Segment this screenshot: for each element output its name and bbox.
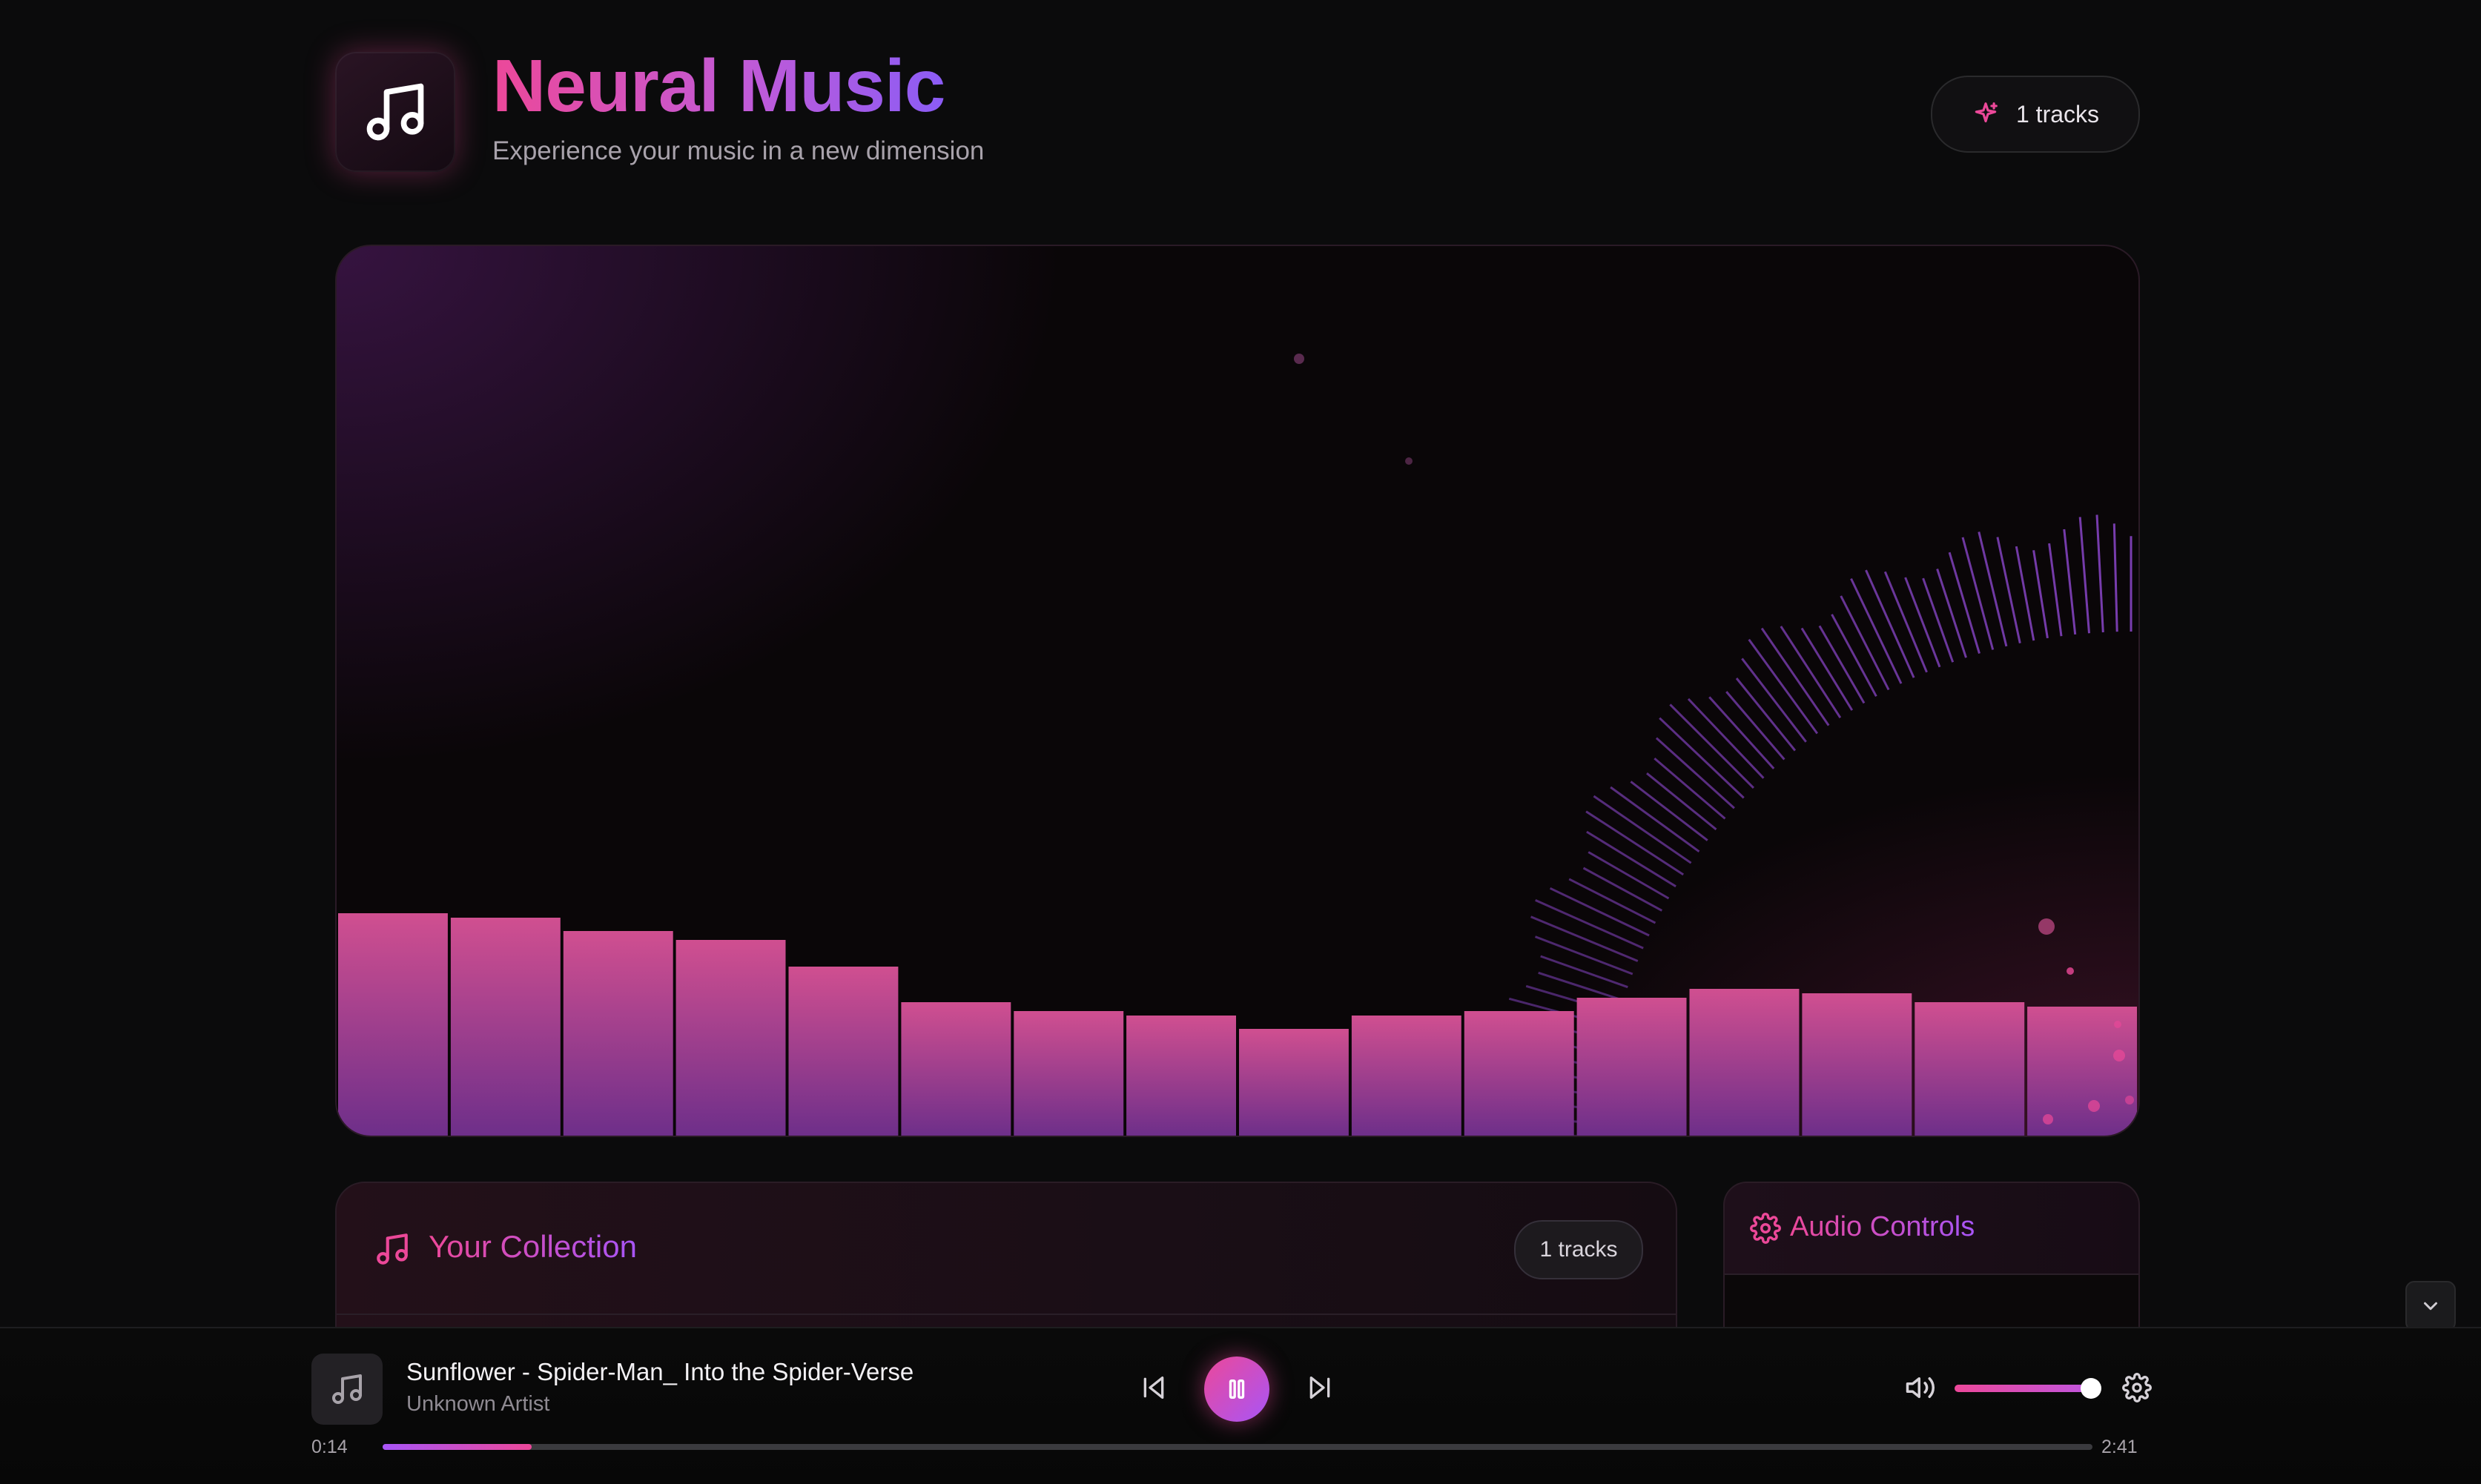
total-time: 2:41 <box>2101 1437 2138 1457</box>
ring-line <box>1538 971 1624 1001</box>
chevron-down-icon <box>2424 1302 2437 1311</box>
frequency-bars <box>338 913 2137 1136</box>
ring-line <box>1669 703 1754 789</box>
app-subtitle: Experience your music in a new dimension <box>492 136 985 165</box>
ring-line <box>1687 698 1765 779</box>
ring-line <box>2015 546 2035 641</box>
gear-icon <box>1750 1213 1781 1244</box>
skip-forward-icon <box>1309 1377 1330 1399</box>
frequency-bar <box>338 913 448 1136</box>
ring-line <box>1922 577 1955 663</box>
audio-controls-title: Audio Controls <box>1790 1211 1975 1242</box>
particle <box>2067 967 2074 975</box>
ring-line <box>1741 657 1807 743</box>
particle <box>2088 1100 2100 1112</box>
frequency-bar <box>1915 1002 2025 1136</box>
progress-bar[interactable] <box>383 1444 2092 1450</box>
frequency-bar <box>901 1002 1011 1136</box>
particle <box>2125 1096 2134 1104</box>
ring-line <box>1748 638 1819 735</box>
ring-line <box>2112 523 2118 632</box>
collection-header: Your Collection 1 tracks <box>337 1183 1676 1315</box>
ring-line <box>1540 955 1628 989</box>
volume-button[interactable] <box>1898 1365 1943 1410</box>
now-playing-artist: Unknown Artist <box>406 1392 550 1416</box>
ring-line <box>1534 935 1633 975</box>
frequency-bar <box>1239 1029 1349 1136</box>
next-track-button[interactable] <box>1299 1367 1341 1408</box>
particle <box>2113 1050 2125 1061</box>
track-thumbnail <box>311 1354 383 1425</box>
ring-line <box>1655 737 1735 809</box>
frequency-bar <box>1351 1016 1461 1136</box>
frequency-bar <box>675 940 786 1136</box>
frequency-bar <box>1576 998 1687 1136</box>
ring-line <box>1978 531 2008 647</box>
ring-line <box>2078 517 2090 634</box>
music-note-icon <box>332 1374 362 1404</box>
frequency-bar <box>450 918 561 1136</box>
current-time: 0:14 <box>311 1437 348 1457</box>
ring-line <box>1593 795 1692 864</box>
frequency-bar <box>788 967 899 1136</box>
ring-line <box>1582 867 1663 912</box>
particle <box>2114 1021 2121 1028</box>
app-title: Neural Music <box>492 42 945 130</box>
ring-line <box>1904 577 1941 668</box>
ring-line <box>2095 514 2104 633</box>
frequency-bar <box>563 931 673 1136</box>
play-pause-button[interactable] <box>1204 1357 1269 1422</box>
frequency-bar <box>1014 1011 1124 1136</box>
visualizer-canvas <box>338 354 2137 1136</box>
audio-controls-header: Audio Controls <box>1725 1183 2138 1275</box>
frequency-bar <box>1802 993 1912 1136</box>
sparkles-icon <box>1975 102 1998 123</box>
ring-line <box>1780 626 1842 719</box>
ring-line <box>2048 543 2063 637</box>
ring-line <box>2032 550 2049 639</box>
ring-line <box>2063 529 2077 635</box>
ring-line <box>1760 627 1830 726</box>
frequency-bar <box>1464 1011 1574 1136</box>
particle <box>2043 1114 2053 1124</box>
ring-line <box>1610 786 1700 853</box>
player-settings-button[interactable] <box>2113 1364 2161 1411</box>
particle <box>1405 457 1413 465</box>
tracks-count-label: 1 tracks <box>2015 100 2100 127</box>
progress-fill <box>383 1444 532 1450</box>
ring-line <box>1936 569 1967 658</box>
music-note-icon <box>366 83 424 141</box>
music-note-icon <box>377 1233 408 1265</box>
volume-slider[interactable] <box>1955 1385 2092 1392</box>
collection-count-badge: 1 tracks <box>1514 1220 1643 1279</box>
skip-back-icon <box>1143 1377 1164 1399</box>
collection-title: Your Collection <box>429 1229 637 1264</box>
scroll-down-button[interactable] <box>2405 1281 2456 1331</box>
ring-line <box>1961 537 1995 650</box>
audio-visualizer[interactable] <box>335 245 2140 1137</box>
ring-line <box>1883 571 1928 673</box>
ring-line <box>1585 810 1685 876</box>
frequency-bar <box>1126 1016 1236 1136</box>
now-playing-title: Sunflower - Spider-Man_ Into the Spider-… <box>406 1358 914 1385</box>
ring-line <box>1948 551 1980 655</box>
gear-icon <box>2122 1373 2152 1402</box>
volume-icon <box>1906 1377 1935 1398</box>
particle <box>1294 354 1304 364</box>
pause-icon <box>1229 1379 1245 1399</box>
app-logo <box>335 52 455 172</box>
player-bar: Sunflower - Spider-Man_ Into the Spider-… <box>0 1327 2481 1484</box>
frequency-bar <box>1689 989 1800 1136</box>
tracks-count-badge: 1 tracks <box>1931 76 2140 153</box>
volume-slider-knob[interactable] <box>2081 1378 2101 1399</box>
ring-line <box>1659 717 1745 799</box>
previous-track-button[interactable] <box>1133 1367 1175 1408</box>
particle <box>2038 918 2055 935</box>
